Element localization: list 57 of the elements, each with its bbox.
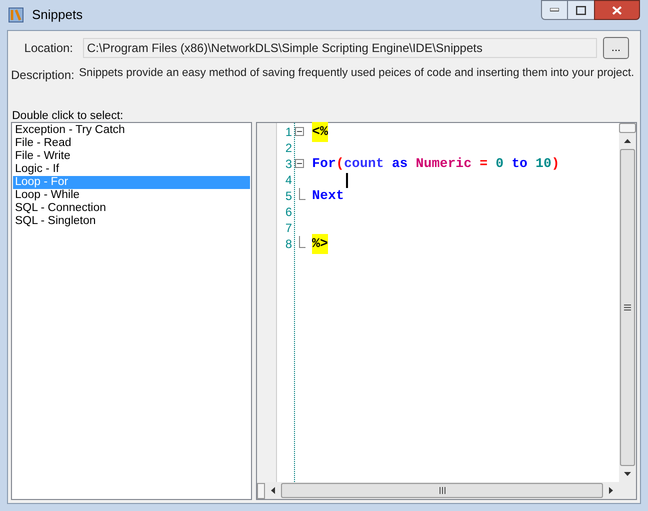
maximize-button[interactable] xyxy=(568,0,594,20)
scroll-right-icon xyxy=(609,487,613,494)
minimize-button[interactable] xyxy=(541,0,568,20)
browse-button[interactable]: ... xyxy=(603,37,629,59)
splitter-handle[interactable] xyxy=(257,482,265,498)
fold-toggle-icon[interactable] xyxy=(295,159,304,168)
location-field[interactable]: C:\Program Files (x86)\NetworkDLS\Simple Scripting Engine\IDE\Snippets xyxy=(83,38,597,58)
horizontal-scrollbar[interactable] xyxy=(257,482,636,499)
maximize-icon xyxy=(576,6,586,14)
code-token: For xyxy=(312,155,336,174)
scroll-up-icon xyxy=(624,139,631,143)
close-icon xyxy=(612,6,622,14)
close-button[interactable] xyxy=(594,0,640,20)
code-token: 10 xyxy=(536,155,552,174)
window-title: Snippets xyxy=(32,6,83,24)
fold-toggle-icon[interactable] xyxy=(295,127,304,136)
line-number: 8 xyxy=(284,236,292,253)
snippet-item[interactable]: Exception - Try Catch xyxy=(13,124,250,137)
snippet-item[interactable]: SQL - Singleton xyxy=(13,215,250,228)
line-number: 6 xyxy=(284,204,292,221)
app-icon xyxy=(8,7,24,23)
line-number: 2 xyxy=(284,140,292,157)
code-token: <% xyxy=(312,122,328,142)
description-label: Description: xyxy=(11,67,73,84)
snippet-item[interactable]: SQL - Connection xyxy=(13,202,250,215)
snippet-item[interactable]: File - Write xyxy=(13,150,250,163)
line-number: 5 xyxy=(284,188,292,205)
code-token: count xyxy=(344,155,385,174)
code-token: = xyxy=(480,155,489,174)
scroll-down-icon xyxy=(624,472,631,476)
code-token: as xyxy=(392,155,409,174)
text-cursor xyxy=(346,172,348,188)
code-token: Numeric xyxy=(416,155,473,174)
description-text: Snippets provide an easy method of saving frequently used peices of code and inserting them into your project. xyxy=(79,66,634,81)
location-label: Location: xyxy=(23,40,73,57)
snippet-item[interactable]: Loop - While xyxy=(13,189,250,202)
fold-end-icon xyxy=(299,188,306,200)
code-token: %> xyxy=(312,234,328,254)
line-number: 1 xyxy=(284,124,292,141)
minimize-icon xyxy=(550,8,559,12)
code-token: 0 xyxy=(496,155,505,174)
snippet-item[interactable]: File - Read xyxy=(13,137,250,150)
grip-icon xyxy=(624,304,631,311)
vertical-scrollbar[interactable] xyxy=(619,123,636,482)
code-token: Next xyxy=(312,187,344,206)
line-number: 4 xyxy=(284,172,292,189)
snippet-item[interactable]: Logic - If xyxy=(13,163,250,176)
code-token: ( xyxy=(336,155,344,174)
line-number: 7 xyxy=(284,220,292,237)
code-token: ) xyxy=(551,155,560,174)
list-label: Double click to select: xyxy=(12,110,124,122)
scroll-left-icon xyxy=(271,487,275,494)
splitter-handle[interactable] xyxy=(619,123,636,133)
grip-icon xyxy=(438,487,446,494)
line-number: 3 xyxy=(284,156,292,173)
code-token: to xyxy=(512,155,529,174)
fold-end-icon xyxy=(299,236,306,248)
